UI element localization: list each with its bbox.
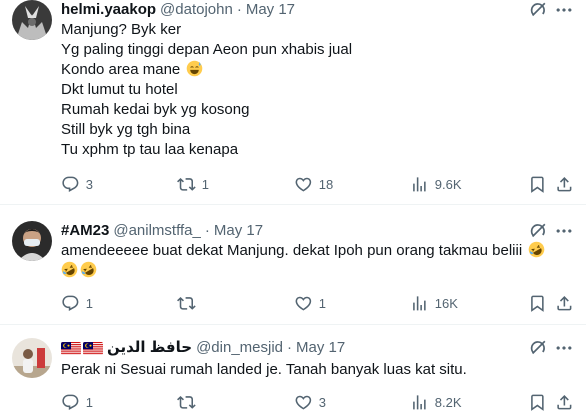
malaysia-flag-icon <box>61 341 81 355</box>
tweet-line: Dkt lumut tu hotel <box>61 81 178 98</box>
like-button[interactable]: 18 <box>294 174 333 194</box>
user-handle[interactable]: @datojohn <box>160 0 233 20</box>
view-count: 8.2K <box>434 394 462 410</box>
tweet-header: #AM23 @anilmstffa_ · May 17 <box>61 221 574 241</box>
reply-count: 1 <box>85 295 93 311</box>
views-button[interactable]: 8.2K <box>410 392 462 412</box>
tweet-actions: 1 3 8.2K <box>61 392 574 412</box>
user-handle[interactable]: @anilmstffa_ <box>113 221 201 241</box>
share-icon <box>555 393 574 412</box>
bookmark-button[interactable] <box>528 174 547 194</box>
views-icon <box>410 175 429 194</box>
bookmark-icon <box>528 393 547 412</box>
like-count: 1 <box>318 295 326 311</box>
repost-count: 1 <box>201 176 209 192</box>
tweet-line: amendeeeee buat dekat Manjung. dekat Ipo… <box>61 241 574 261</box>
repost-icon <box>177 175 196 194</box>
like-icon <box>294 393 313 412</box>
repost-icon <box>177 393 196 412</box>
rolling-laughing-emoji-icon <box>61 261 78 278</box>
tweet-line: Yg paling tinggi depan Aeon pun xhabis j… <box>61 41 353 58</box>
bookmark-icon <box>528 175 547 194</box>
display-name[interactable]: helmi.yaakop <box>61 0 156 20</box>
bookmark-icon <box>528 294 547 313</box>
flags <box>61 341 103 355</box>
like-icon <box>294 294 313 313</box>
tweet-actions: 1 1 16K <box>61 293 574 313</box>
like-count: 18 <box>318 176 334 192</box>
user-avatar[interactable] <box>12 0 52 40</box>
reply-count: 1 <box>85 394 93 410</box>
rolling-laughing-emoji-icon <box>80 261 97 278</box>
tweet-line: Rumah kedai byk yg kosong <box>61 101 250 118</box>
reply-button[interactable]: 3 <box>61 174 93 194</box>
repost-icon <box>177 294 196 313</box>
tweet-header: حافظ الدين @din_mesjid · May 17 <box>61 338 574 358</box>
share-button[interactable] <box>555 293 574 313</box>
share-button[interactable] <box>555 392 574 412</box>
views-button[interactable]: 9.6K <box>410 174 462 194</box>
grok-icon[interactable] <box>528 338 548 358</box>
user-avatar[interactable] <box>12 338 52 378</box>
view-count: 16K <box>434 295 458 311</box>
like-button[interactable]: 1 <box>294 293 326 313</box>
tweet-line <box>61 261 574 281</box>
view-count: 9.6K <box>434 176 462 192</box>
user-handle[interactable]: @din_mesjid <box>196 338 283 358</box>
tweet-text: Manjung? Byk ker Yg paling tinggi depan … <box>61 20 574 160</box>
tweet-actions: 3 1 18 9.6K <box>61 174 574 194</box>
share-button[interactable] <box>555 174 574 194</box>
display-name[interactable]: #AM23 <box>61 221 109 241</box>
reply-count: 3 <box>85 176 93 192</box>
reply-icon <box>61 175 80 194</box>
tweet-line: Kondo area mane <box>61 60 574 80</box>
rolling-laughing-emoji-icon <box>528 241 545 258</box>
sweat-smile-emoji-icon <box>187 60 203 77</box>
tweet-header: helmi.yaakop @datojohn · May 17 <box>61 0 574 20</box>
reply-icon <box>61 294 80 313</box>
tweet-line: Manjung? Byk ker <box>61 21 182 38</box>
like-count: 3 <box>318 394 326 410</box>
tweet-1[interactable]: helmi.yaakop @datojohn · May 17 Manjung?… <box>0 0 586 205</box>
more-icon[interactable] <box>554 0 574 20</box>
tweet-date[interactable]: May 17 <box>214 221 263 241</box>
tweet-date[interactable]: May 17 <box>246 0 295 20</box>
grok-icon[interactable] <box>528 0 548 20</box>
repost-button[interactable]: 1 <box>177 174 209 194</box>
tweet-date[interactable]: May 17 <box>296 338 345 358</box>
malaysia-flag-icon <box>83 341 103 355</box>
grok-icon[interactable] <box>528 221 548 241</box>
share-icon <box>555 294 574 313</box>
tweet-2[interactable]: #AM23 @anilmstffa_ · May 17 amendeeeee b… <box>0 205 586 325</box>
display-name[interactable]: حافظ الدين <box>107 338 192 358</box>
share-icon <box>555 175 574 194</box>
tweet-line: Perak ni Sesuai rumah landed je. Tanah b… <box>61 361 467 378</box>
reply-button[interactable]: 1 <box>61 392 93 412</box>
views-button[interactable]: 16K <box>410 293 458 313</box>
separator: · <box>236 1 242 18</box>
more-icon[interactable] <box>554 338 574 358</box>
reply-icon <box>61 393 80 412</box>
tweet-line: Tu xphm tp tau laa kenapa <box>61 141 239 158</box>
tweet-3[interactable]: حافظ الدين @din_mesjid · May 17 Perak ni… <box>0 325 586 412</box>
views-icon <box>410 393 429 412</box>
bookmark-button[interactable] <box>528 293 547 313</box>
bookmark-button[interactable] <box>528 392 547 412</box>
separator: · <box>204 222 210 239</box>
more-icon[interactable] <box>554 221 574 241</box>
repost-button[interactable] <box>177 392 202 412</box>
separator: · <box>287 339 293 356</box>
reply-button[interactable]: 1 <box>61 293 93 313</box>
views-icon <box>410 294 429 313</box>
like-icon <box>294 175 313 194</box>
user-avatar[interactable] <box>12 221 52 261</box>
tweet-line: Still byk yg tgh bina <box>61 121 191 138</box>
like-button[interactable]: 3 <box>294 392 326 412</box>
repost-button[interactable] <box>177 293 202 313</box>
tweet-text: Perak ni Sesuai rumah landed je. Tanah b… <box>61 360 574 380</box>
tweet-text: amendeeeee buat dekat Manjung. dekat Ipo… <box>61 241 574 281</box>
